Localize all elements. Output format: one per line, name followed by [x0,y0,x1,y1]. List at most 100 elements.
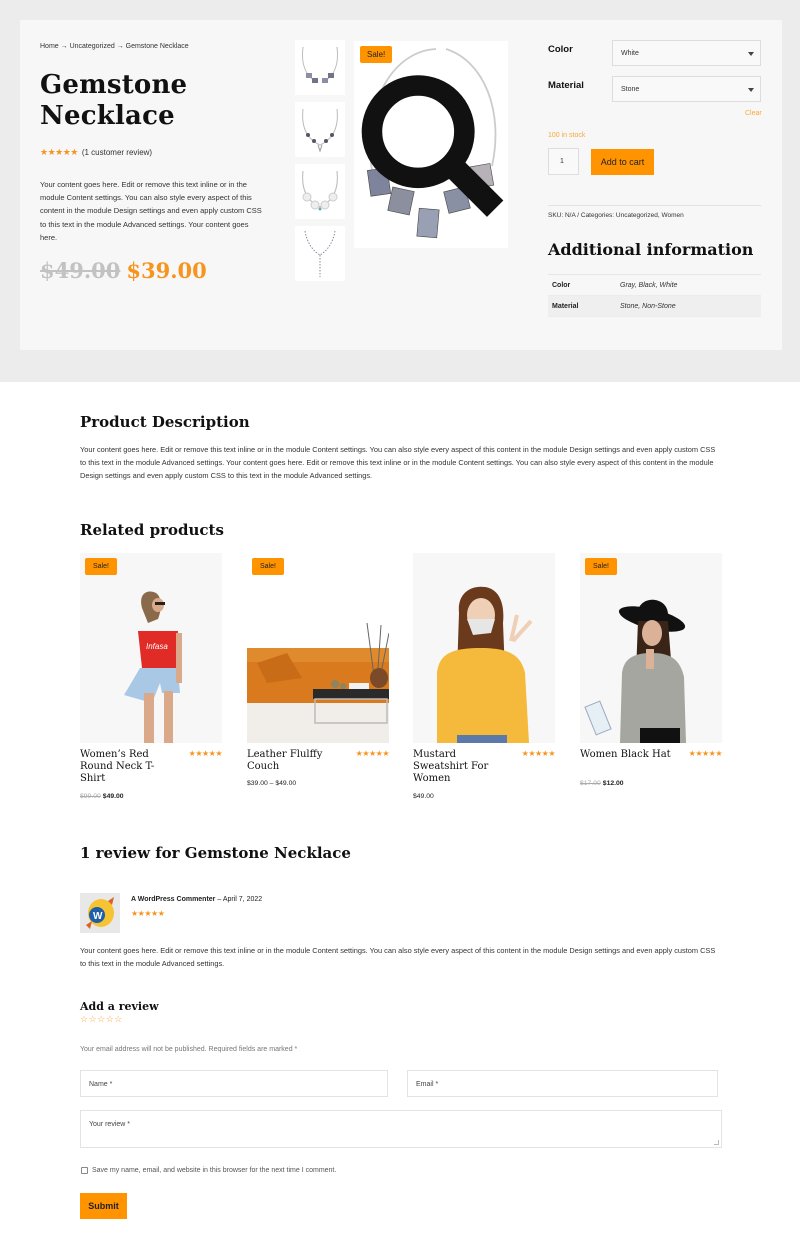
review-count-link[interactable]: (1 customer review) [82,148,152,157]
table-row: Material Stone, Non-Stone [548,296,761,317]
woman-mustard-sweatshirt-image [437,586,533,743]
gallery-thumb-3[interactable] [295,164,345,219]
product-name[interactable]: Women’s Red Round Neck T-Shirt [80,749,175,785]
necklace-thumb-icon [302,170,338,210]
add-review-title: Add a review [80,1000,159,1013]
product-image[interactable]: Infasa Sale! [80,553,222,743]
product-name[interactable]: Leather Flulffy Couch [247,749,342,773]
table-row: Color Gray, Black, White [548,275,761,296]
review-author-line: A WordPress Commenter – April 7, 2022 [131,896,262,903]
necklace-thumb-icon [304,230,336,277]
add-to-cart-button[interactable]: Add to cart [591,149,654,175]
review-textarea[interactable]: Your review * [80,1110,722,1148]
save-info-label: Save my name, email, and website in this… [92,1167,337,1174]
product-main-image[interactable]: Sale! [354,41,508,248]
product-image[interactable] [413,553,555,743]
product-price: $17.00 $12.00 [580,780,624,787]
breadcrumb: Home → Uncategorized → Gemstone Necklace [40,43,189,50]
attribute-value: Stone, Non-Stone [620,302,676,310]
material-select-value: Stone [621,86,640,93]
product-rating: ★★★★★ (1 customer review) [40,147,152,158]
review-dash: – [217,896,222,903]
price-old: $99.00 [80,793,101,800]
price-sale: $39.00 [126,258,207,283]
color-select-value: White [621,50,639,57]
gallery-thumb-4[interactable] [295,226,345,281]
product-image[interactable]: Sale! [247,553,389,743]
save-info-checkbox[interactable] [81,1167,88,1174]
star-rating-icon: ★★★★★ [188,749,223,758]
review-author: A WordPress Commenter [131,896,216,903]
submit-button[interactable]: Submit [80,1193,127,1219]
rating-input-stars[interactable]: ☆☆☆☆☆ [80,1014,123,1025]
price-current: $12.00 [602,780,624,787]
magnifier-icon[interactable] [354,41,508,248]
save-info-consent: Save my name, email, and website in this… [81,1167,336,1174]
product-name[interactable]: Mustard Sweatshirt For Women [413,749,508,785]
chevron-down-icon [748,88,754,92]
gallery-thumbnails [295,40,345,288]
product-image[interactable]: Sale! [580,553,722,743]
star-rating-icon: ★★★★★ [131,909,165,918]
star-rating-icon: ★★★★★ [355,749,390,758]
gallery-thumb-1[interactable] [295,40,345,95]
required-fields-note: Your email address will not be published… [80,1046,298,1053]
review-text: Your content goes here. Edit or remove t… [80,946,716,968]
additional-information-title: Additional information [548,240,754,259]
resize-handle-icon[interactable] [714,1140,719,1145]
attributes-table: Color Gray, Black, White Material Stone,… [548,274,761,317]
price-old: $49.00 [40,258,121,283]
price-old: $17.00 [580,780,601,787]
price-current: $49.00 [102,793,124,800]
stock-status: 100 in stock [548,132,586,139]
breadcrumb-current: Gemstone Necklace [125,43,189,50]
product-description-text: Your content goes here. Edit or remove t… [80,445,716,480]
related-product-card[interactable]: Sale! Leather Flulffy Couch ★★★★★ $39.00… [247,553,390,787]
product-meta: SKU: N/A / Categories: Uncategorized, Wo… [548,212,684,219]
related-products-title: Related products [80,521,224,539]
breadcrumb-separator: → [60,43,68,50]
reviews-title: 1 review for Gemstone Necklace [80,844,351,862]
attribute-name: Material [552,302,579,310]
short-description: Your content goes here. Edit or remove t… [40,180,262,242]
product-name[interactable]: Women Black Hat [580,749,675,761]
email-placeholder: Email * [416,1081,439,1088]
name-placeholder: Name * [89,1081,113,1088]
clear-variations-link[interactable]: Clear [745,110,762,117]
price-current: $49.00 [413,793,434,800]
breadcrumb-home[interactable]: Home [40,43,59,50]
sale-badge: Sale! [85,558,117,575]
product-title: Gemstone Necklace [40,70,187,132]
gallery-thumb-2[interactable] [295,102,345,157]
orange-couch-image [247,622,389,743]
name-input[interactable]: Name * [80,1070,388,1097]
attribute-name: Color [552,281,571,289]
related-product-card[interactable]: Mustard Sweatshirt For Women ★★★★★ $49.0… [413,553,556,800]
related-product-card[interactable]: Infasa Sale! Women’s Red Round Neck T-Sh… [80,553,223,800]
quantity-input[interactable]: 1 [548,148,579,175]
material-label: Material [548,80,584,91]
sale-badge: Sale! [585,558,617,575]
necklace-thumb-icon [302,108,338,153]
review-date: April 7, 2022 [222,896,263,903]
divider [548,205,761,206]
breadcrumb-separator: → [116,43,124,50]
star-rating-icon: ★★★★★ [521,749,556,758]
color-label: Color [548,44,573,55]
breadcrumb-category[interactable]: Uncategorized [70,43,115,50]
email-input[interactable]: Email * [407,1070,718,1097]
attribute-value: Gray, Black, White [620,281,678,289]
product-title-line: Necklace [40,101,175,131]
price-range: $39.00 – $49.00 [247,780,297,787]
necklace-thumb-icon [302,46,338,83]
related-product-card[interactable]: Sale! Women Black Hat ★★★★★ $17.00 $12.00 [580,553,723,787]
material-select[interactable]: Stone [612,76,761,102]
color-select[interactable]: White [612,40,761,66]
star-rating-icon: ★★★★★ [688,749,723,758]
svg-text:Infasa: Infasa [146,642,168,651]
product-price: $39.00 – $49.00 [247,780,296,787]
woman-black-hat-image [584,599,686,743]
woman-red-tshirt-image: Infasa [124,591,182,743]
svg-text:W: W [93,911,103,922]
star-rating-icon: ★★★★★ [40,147,78,157]
